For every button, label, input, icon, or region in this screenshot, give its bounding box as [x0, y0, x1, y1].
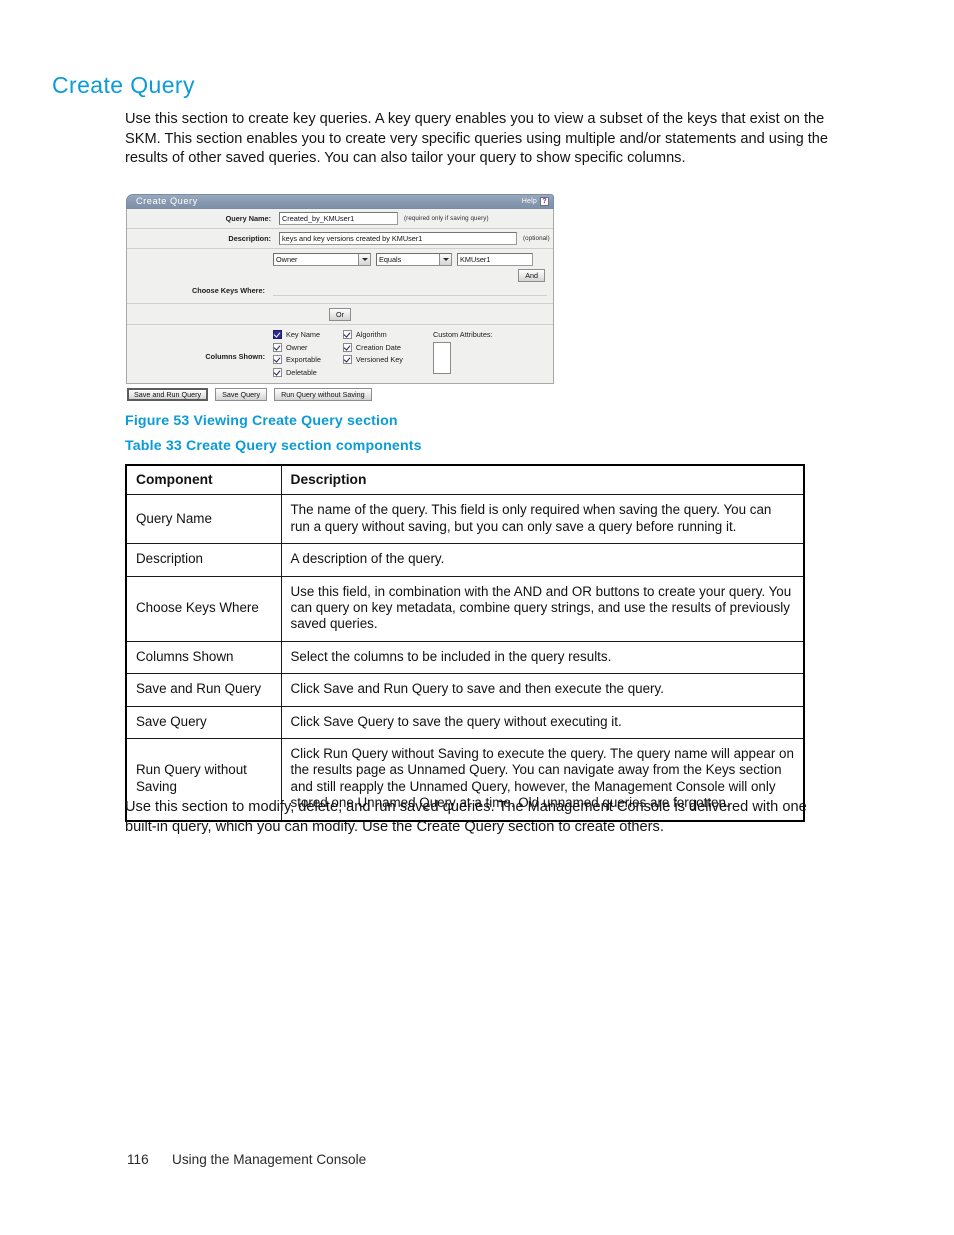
checkbox-creation-date[interactable]: Creation Date — [342, 342, 403, 352]
columns-shown-row: Columns Shown: Key Name Owner Exportable… — [127, 325, 553, 383]
description-hint: (optional) — [523, 235, 550, 242]
page-title: Create Query — [52, 72, 195, 98]
key-field-select-value: Owner — [276, 255, 298, 264]
cell-component: Save Query — [125, 705, 282, 740]
figure-create-query: Create Query Help ? Query Name: Created_… — [126, 194, 554, 401]
checkbox-label: Exportable — [286, 355, 321, 364]
checkbox-label: Deletable — [286, 367, 317, 377]
cell-description: Use this field, in combination with the … — [280, 575, 805, 642]
checkbox-algorithm[interactable]: Algorithm — [342, 330, 403, 339]
checkbox-icon[interactable] — [273, 342, 282, 352]
cell-description: A description of the query. — [280, 543, 805, 577]
cell-description: Select the columns to be included in the… — [280, 640, 805, 675]
cell-component: Choose Keys Where — [125, 575, 282, 642]
checkbox-exportable[interactable]: Exportable — [273, 355, 321, 364]
cell-component: Columns Shown — [125, 640, 282, 675]
columns-group-2: Algorithm Creation Date Versioned Key — [342, 330, 403, 377]
checkbox-deletable[interactable]: Deletable — [273, 367, 321, 377]
table-caption: Table 33 Create Query section components — [125, 438, 422, 454]
columns-group-1: Key Name Owner Exportable Deletable — [273, 330, 321, 377]
save-and-run-query-button[interactable]: Save and Run Query — [127, 388, 209, 401]
footer-chapter: Using the Management Console — [172, 1152, 367, 1167]
help-label: Help — [521, 198, 537, 205]
operator-select[interactable]: Equals — [376, 253, 452, 266]
checkbox-icon[interactable] — [273, 355, 282, 364]
description-input[interactable]: keys and key versions created by KMUser1 — [279, 232, 517, 245]
choose-keys-where-row: Choose Keys Where: Owner Equals KMUser1 … — [127, 249, 553, 304]
table-row: Query Name The name of the query. This f… — [125, 494, 805, 545]
query-name-label: Query Name: — [225, 214, 271, 223]
checkbox-icon[interactable] — [342, 342, 352, 352]
and-button[interactable]: And — [518, 269, 545, 282]
panel-action-buttons: Save and Run Query Save Query Run Query … — [126, 384, 554, 401]
table-row: Choose Keys Where Use this field, in com… — [125, 575, 805, 642]
checkbox-label: Creation Date — [355, 342, 401, 352]
figure-caption: Figure 53 Viewing Create Query section — [125, 413, 398, 429]
outro-paragraph: Use this section to modify, delete, and … — [125, 799, 807, 835]
or-row: Or — [127, 304, 553, 325]
chevron-down-icon[interactable] — [358, 254, 370, 265]
help-control[interactable]: Help ? — [522, 197, 549, 206]
help-icon[interactable]: ? — [540, 197, 549, 206]
create-query-panel: Query Name: Created_by_KMUser1 (required… — [126, 209, 554, 384]
query-name-row: Query Name: Created_by_KMUser1 (required… — [127, 209, 553, 229]
table-row: Save and Run Query Click Save and Run Qu… — [125, 673, 805, 707]
table-row: Columns Shown Select the columns to be i… — [125, 640, 805, 675]
description-row: Description: keys and key versions creat… — [127, 229, 553, 249]
or-button[interactable]: Or — [329, 307, 351, 321]
checkbox-icon[interactable] — [342, 330, 352, 339]
table-row: Save Query Click Save Query to save the … — [125, 705, 805, 740]
save-query-button[interactable]: Save Query — [215, 388, 268, 401]
divider — [273, 295, 547, 296]
custom-attributes-label: Custom Attributes: — [432, 330, 493, 339]
checkbox-icon[interactable] — [273, 330, 282, 339]
query-name-input[interactable]: Created_by_KMUser1 — [279, 212, 398, 225]
custom-attributes-listbox[interactable] — [432, 342, 451, 374]
checkbox-icon[interactable] — [342, 355, 352, 364]
checkbox-label: Algorithm — [355, 330, 387, 339]
run-query-without-saving-button[interactable]: Run Query without Saving — [274, 388, 372, 401]
checkbox-label: Key Name — [286, 330, 321, 339]
app-title: Create Query — [136, 195, 198, 206]
cell-description: The name of the query. This field is onl… — [280, 494, 805, 545]
table-row: Description A description of the query. — [125, 543, 805, 577]
cell-component: Description — [125, 543, 282, 577]
checkbox-label: Owner — [286, 342, 308, 352]
query-name-hint: (required only if saving query) — [404, 215, 489, 222]
checkbox-key-name[interactable]: Key Name — [273, 330, 321, 339]
description-label: Description: — [228, 234, 271, 243]
operator-select-value: Equals — [379, 255, 402, 264]
checkbox-label: Versioned Key — [355, 355, 403, 364]
checkbox-versioned-key[interactable]: Versioned Key — [342, 355, 403, 364]
condition-row: Owner Equals KMUser1 — [273, 253, 547, 266]
custom-attributes: Custom Attributes: — [432, 330, 493, 377]
chevron-down-icon[interactable] — [439, 254, 451, 265]
create-query-components-table: Component Description Query Name The nam… — [125, 464, 805, 822]
app-titlebar: Create Query Help ? — [126, 194, 554, 209]
panel-body: Query Name: Created_by_KMUser1 (required… — [127, 209, 553, 383]
column-header-component: Component — [125, 464, 282, 496]
table-header-row: Component Description — [125, 464, 805, 496]
page-footer: 116 Using the Management Console — [127, 1152, 366, 1167]
cell-component: Query Name — [125, 494, 282, 545]
checkbox-icon[interactable] — [273, 367, 282, 377]
checkbox-owner[interactable]: Owner — [273, 342, 321, 352]
cell-description: Click Save and Run Query to save and the… — [280, 673, 805, 707]
condition-value-input[interactable]: KMUser1 — [457, 253, 533, 266]
page-number: 116 — [127, 1152, 149, 1167]
columns-shown-label: Columns Shown: — [205, 352, 265, 361]
cell-component: Save and Run Query — [125, 673, 282, 707]
choose-keys-where-label: Choose Keys Where: — [192, 286, 265, 295]
cell-description: Click Save Query to save the query witho… — [280, 705, 805, 740]
key-field-select[interactable]: Owner — [273, 253, 371, 266]
column-header-description: Description — [280, 464, 805, 496]
intro-paragraph: Use this section to create key queries. … — [125, 111, 829, 166]
